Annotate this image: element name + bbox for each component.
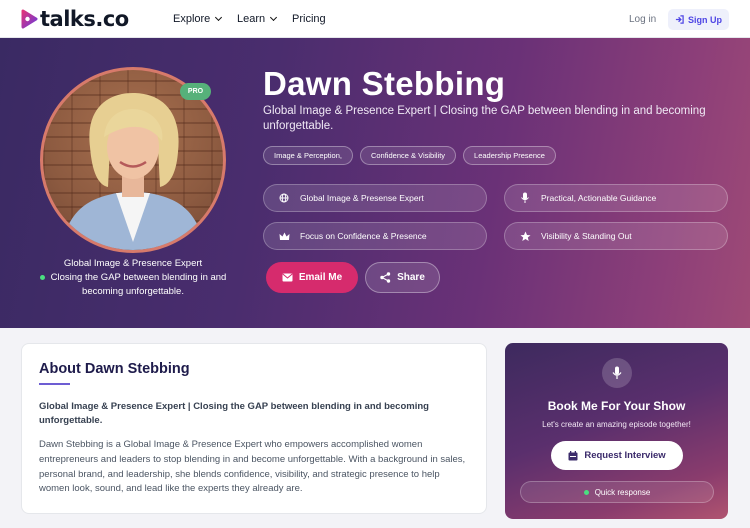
about-title: About Dawn Stebbing xyxy=(39,361,190,377)
caption-status: Closing the GAP between blending in and … xyxy=(24,271,242,299)
booking-title: Book Me For Your Show xyxy=(547,399,686,413)
request-interview-label: Request Interview xyxy=(584,450,666,461)
share-label: Share xyxy=(397,272,425,283)
logo-icon xyxy=(21,9,38,29)
globe-icon xyxy=(278,192,290,204)
microphone-icon xyxy=(602,358,632,388)
caption-status-text: Closing the GAP between blending in and … xyxy=(50,272,227,297)
feature-pill: Global Image & Presense Expert xyxy=(263,184,487,212)
feature-pill: Visibility & Standing Out xyxy=(504,222,728,250)
nav-pricing-label: Pricing xyxy=(292,13,326,25)
feature-label: Visibility & Standing Out xyxy=(541,231,632,241)
feature-label: Practical, Actionable Guidance xyxy=(541,193,657,203)
about-card: About Dawn Stebbing Global Image & Prese… xyxy=(21,343,487,514)
nav-learn[interactable]: Learn xyxy=(237,13,278,25)
topic-tag[interactable]: Image & Perception, xyxy=(263,146,353,165)
crown-icon xyxy=(278,230,290,242)
nav-explore[interactable]: Explore xyxy=(173,13,223,25)
pro-badge: PRO xyxy=(180,83,211,100)
status-dot-icon xyxy=(583,489,589,495)
signup-button[interactable]: Sign Up xyxy=(668,9,729,30)
response-status-text: Quick response xyxy=(594,487,651,497)
nav-explore-label: Explore xyxy=(173,13,211,25)
about-body: Dawn Stebbing is a Global Image & Presen… xyxy=(39,439,466,495)
topic-tag[interactable]: Confidence & Visibility xyxy=(359,146,457,165)
chevron-down-icon xyxy=(270,13,278,22)
top-nav: talks.co Explore Learn Pricing Log in Si… xyxy=(0,0,750,38)
login-link[interactable]: Log in xyxy=(629,14,656,25)
title-underline xyxy=(39,383,70,385)
profile-tagline: Global Image & Presence Expert | Closing… xyxy=(263,105,706,132)
feature-label: Focus on Confidence & Presence xyxy=(300,231,427,241)
feature-pill: Practical, Actionable Guidance xyxy=(504,184,728,212)
login-arrow-icon xyxy=(675,15,684,24)
brand-name: talks.co xyxy=(40,7,129,31)
chevron-down-icon xyxy=(215,13,223,22)
profile-hero: PRO Global Image & Presence Expert Closi… xyxy=(0,38,750,328)
feature-label: Global Image & Presense Expert xyxy=(300,193,424,203)
response-status: Quick response xyxy=(520,481,714,503)
feature-pill: Focus on Confidence & Presence xyxy=(263,222,487,250)
envelope-icon xyxy=(282,273,293,282)
profile-caption: Global Image & Presence Expert Closing t… xyxy=(24,257,242,299)
signup-label: Sign Up xyxy=(688,14,722,25)
about-lead: Global Image & Presence Expert | Closing… xyxy=(39,401,429,426)
booking-card: Book Me For Your Show Let's create an am… xyxy=(505,343,728,519)
mic-icon xyxy=(519,192,531,204)
status-dot-icon xyxy=(39,274,45,280)
brand-logo[interactable]: talks.co xyxy=(20,8,129,30)
nav-learn-label: Learn xyxy=(237,13,266,25)
booking-subtitle: Let's create an amazing episode together… xyxy=(542,420,691,429)
calendar-icon xyxy=(568,450,578,460)
topic-tag[interactable]: Leadership Presence xyxy=(463,146,556,165)
nav-pricing[interactable]: Pricing xyxy=(292,13,326,25)
share-icon xyxy=(380,272,391,283)
star-icon xyxy=(519,230,531,242)
topic-tags: Image & Perception, Confidence & Visibil… xyxy=(263,146,563,165)
email-me-button[interactable]: Email Me xyxy=(266,262,358,293)
profile-name: Dawn Stebbing xyxy=(263,65,506,102)
share-button[interactable]: Share xyxy=(365,262,440,293)
email-me-label: Email Me xyxy=(298,272,343,283)
caption-title: Global Image & Presence Expert xyxy=(63,258,203,269)
request-interview-button[interactable]: Request Interview xyxy=(551,441,683,470)
